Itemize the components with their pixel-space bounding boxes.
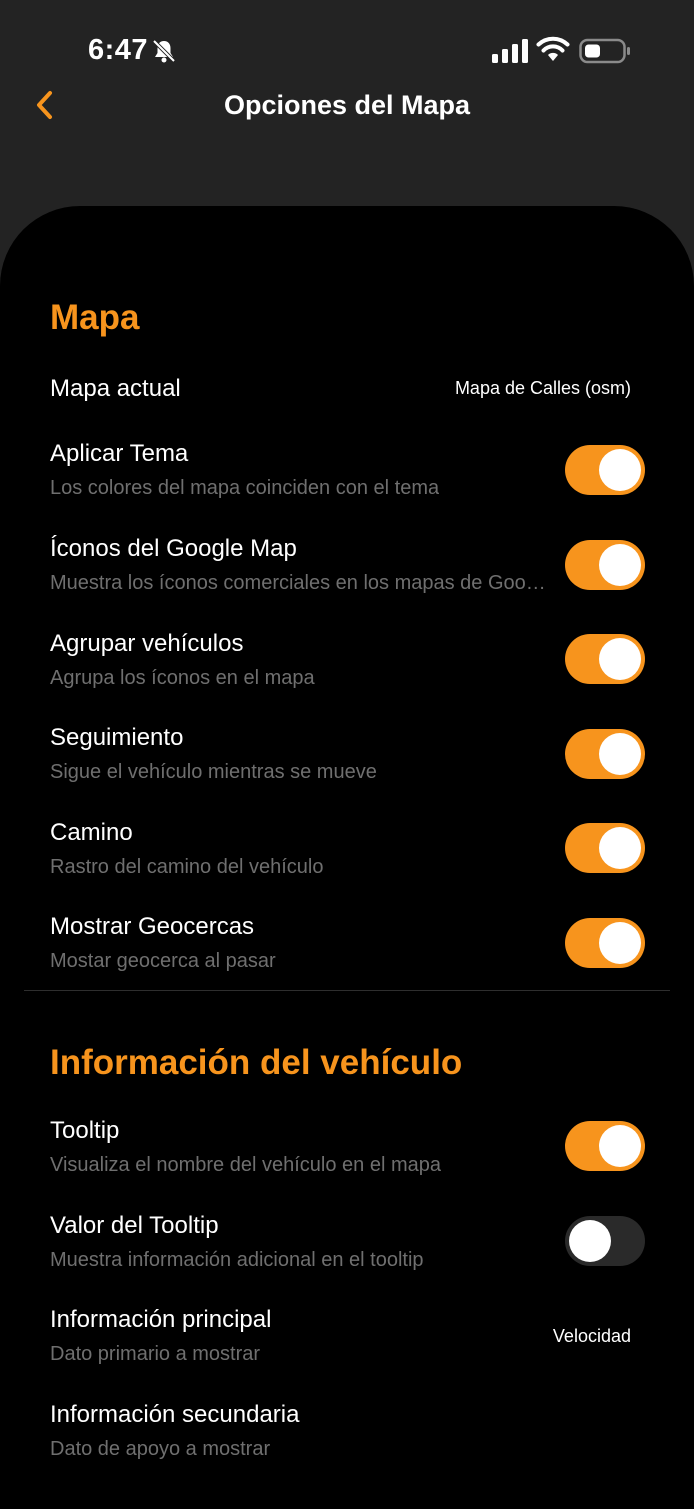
- tooltip-value-title: Valor del Tooltip: [50, 1212, 219, 1239]
- tooltip-value-row: Valor del Tooltip Muestra información ad…: [0, 1210, 694, 1280]
- path-row: Camino Rastro del camino del vehículo: [0, 817, 694, 887]
- toggle-knob: [599, 733, 641, 775]
- google-map-icons-subtitle: Muestra los íconos comerciales en los ma…: [50, 572, 546, 594]
- apply-theme-toggle[interactable]: [565, 445, 645, 495]
- primary-info-row[interactable]: Información principal Dato primario a mo…: [0, 1304, 694, 1374]
- primary-info-value: Velocidad: [552, 1326, 631, 1346]
- status-time: 6:47: [88, 34, 149, 66]
- toggle-knob: [599, 922, 641, 964]
- section-title-map: Mapa: [50, 298, 140, 337]
- group-vehicles-toggle[interactable]: [565, 634, 645, 684]
- google-map-icons-title: Íconos del Google Map: [50, 535, 297, 562]
- tracking-row: Seguimiento Sigue el vehículo mientras s…: [0, 722, 694, 792]
- toggle-knob: [569, 1220, 611, 1262]
- current-map-label: Mapa actual: [50, 375, 181, 402]
- primary-info-subtitle: Dato primario a mostrar: [50, 1343, 261, 1365]
- apply-theme-title: Aplicar Tema: [50, 440, 189, 467]
- google-map-icons-toggle[interactable]: [565, 540, 645, 590]
- path-toggle[interactable]: [565, 823, 645, 873]
- tracking-subtitle: Sigue el vehículo mientras se mueve: [50, 761, 377, 783]
- apply-theme-row: Aplicar Tema Los colores del mapa coinci…: [0, 438, 694, 508]
- tracking-toggle[interactable]: [565, 729, 645, 779]
- show-geofences-subtitle: Mostar geocerca al pasar: [50, 950, 276, 972]
- show-geofences-title: Mostrar Geocercas: [50, 913, 255, 940]
- toggle-knob: [599, 449, 641, 491]
- page-title: Opciones del Mapa: [223, 90, 471, 120]
- tooltip-title: Tooltip: [50, 1117, 120, 1144]
- show-geofences-toggle[interactable]: [565, 918, 645, 968]
- wifi-icon: [536, 36, 570, 61]
- tooltip-subtitle: Visualiza el nombre del vehículo en el m…: [50, 1154, 441, 1176]
- secondary-info-title: Información secundaria: [50, 1401, 300, 1428]
- google-map-icons-row: Íconos del Google Map Muestra los íconos…: [0, 533, 694, 603]
- apply-theme-subtitle: Los colores del mapa coinciden con el te…: [50, 477, 440, 499]
- path-title: Camino: [50, 819, 133, 846]
- toggle-knob: [599, 638, 641, 680]
- secondary-info-subtitle: Dato de apoyo a mostrar: [50, 1438, 271, 1460]
- show-geofences-row: Mostrar Geocercas Mostar geocerca al pas…: [0, 911, 694, 981]
- tooltip-value-toggle[interactable]: [565, 1216, 645, 1266]
- section-divider: [24, 990, 670, 991]
- group-vehicles-subtitle: Agrupa los íconos en el mapa: [50, 667, 315, 689]
- tracking-title: Seguimiento: [50, 724, 184, 751]
- toggle-knob: [599, 544, 641, 586]
- secondary-info-row[interactable]: Información secundaria Dato de apoyo a m…: [0, 1399, 694, 1469]
- path-subtitle: Rastro del camino del vehículo: [50, 856, 324, 878]
- bell-slash-icon: [152, 39, 176, 63]
- group-vehicles-title: Agrupar vehículos: [50, 630, 244, 657]
- cellular-signal-icon: [492, 39, 528, 63]
- group-vehicles-row: Agrupar vehículos Agrupa los íconos en e…: [0, 628, 694, 698]
- toggle-knob: [599, 827, 641, 869]
- tooltip-value-subtitle: Muestra información adicional en el tool…: [50, 1249, 424, 1271]
- status-bar: 6:47: [0, 0, 694, 90]
- tooltip-toggle[interactable]: [565, 1121, 645, 1171]
- battery-icon: [579, 38, 630, 64]
- tooltip-row: Tooltip Visualiza el nombre del vehículo…: [0, 1115, 694, 1185]
- primary-info-title: Información principal: [50, 1306, 272, 1333]
- current-map-value: Mapa de Calles (osm): [454, 378, 631, 398]
- section-title-vehicle-info: Información del vehículo: [50, 1043, 463, 1082]
- toggle-knob: [599, 1125, 641, 1167]
- current-map-row[interactable]: Mapa actual Mapa de Calles (osm): [0, 372, 694, 412]
- navigation-bar: Opciones del Mapa: [0, 80, 694, 130]
